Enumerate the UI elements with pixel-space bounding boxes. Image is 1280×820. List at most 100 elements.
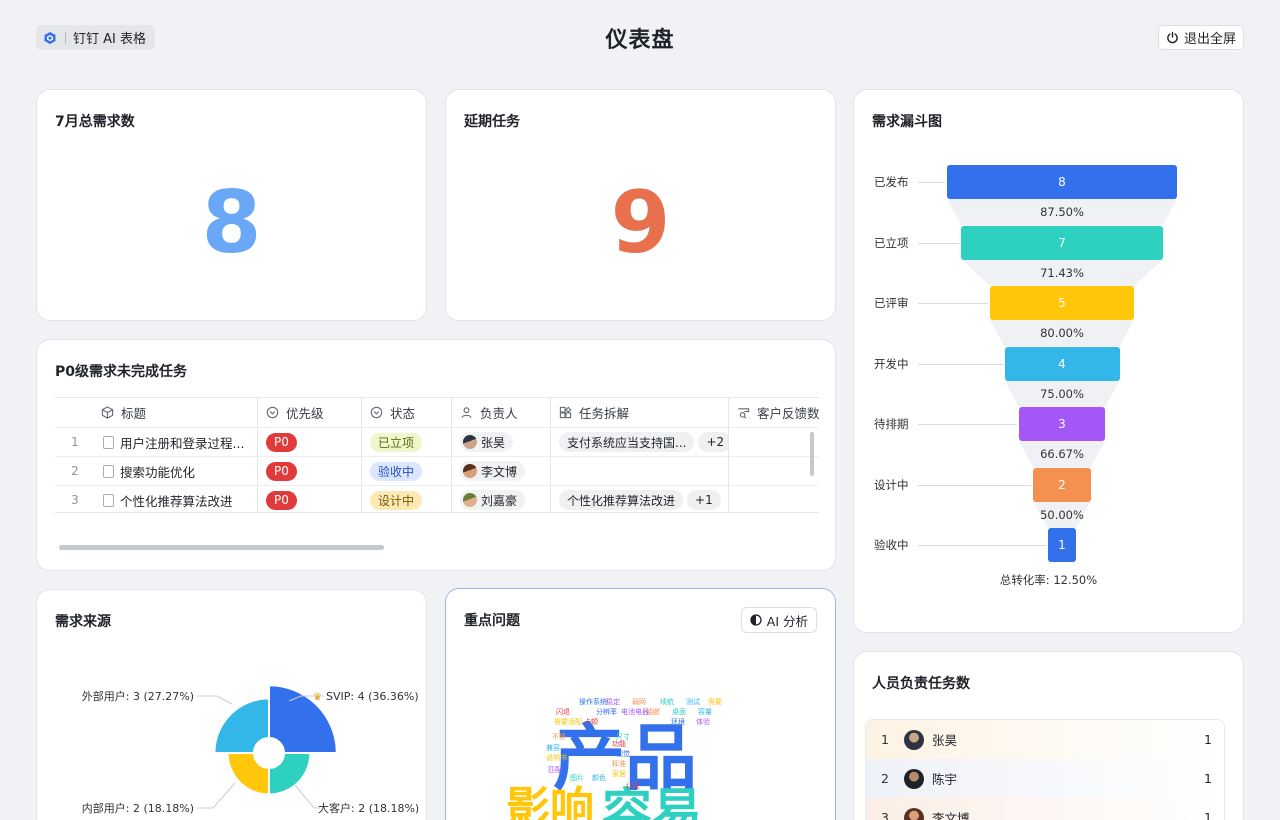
funnel-leader-line (918, 484, 1032, 486)
delayed-task-card: 延期任务 9 (445, 89, 836, 321)
cell-subtasks[interactable]: 个性化推荐算法改进 +1 (551, 486, 729, 512)
cell-feedback-count[interactable] (729, 486, 819, 512)
delayed-task-value: 9 (610, 173, 671, 273)
word-cloud-word: 卡顿 (584, 718, 598, 726)
select-circle-icon (370, 406, 383, 419)
avatar (463, 493, 477, 507)
demand-funnel-card: 需求漏斗图 已发布 8 87.50% 已立项 7 71.43% 已评审 5 80.00% 开发中 4… (853, 89, 1244, 633)
funnel-conversion-label: 75.00% (1040, 386, 1084, 401)
subtask-tag: 支付系统应当支持国... (559, 432, 695, 452)
word-cloud-word: 需要适配 (554, 718, 582, 726)
funnel-bar[interactable]: 7 (961, 225, 1163, 260)
funnel-bar[interactable]: 1 (1047, 528, 1077, 562)
funnel-stage-label: 待排期 (874, 417, 909, 431)
exit-fullscreen-label: 退出全屏 (1183, 32, 1236, 47)
avatar (904, 729, 924, 750)
cell-title[interactable]: 搜索功能优化 (95, 457, 258, 485)
word-cloud-word: 油腻 (646, 708, 660, 716)
word-cloud-word: 环境 (671, 718, 685, 726)
column-header-title[interactable]: 标题 (95, 398, 258, 427)
funnel-bar[interactable]: 3 (1018, 407, 1106, 441)
cell-status[interactable]: 设计中 (362, 486, 452, 512)
funnel-conversion-label: 71.43% (1040, 265, 1084, 280)
pie-label-big-client: 大客户: 2 (18.18%) (318, 801, 419, 815)
list-item[interactable]: 3 李文博 1 (866, 798, 1224, 820)
table-row[interactable]: 2 搜索功能优化 P0 验收中 李文博 (55, 456, 819, 485)
person-name: 陈宇 (932, 772, 958, 787)
task-count: 1 (1204, 810, 1212, 820)
funnel-stage-label: 开发中 (874, 356, 909, 371)
table-horizontal-scrollbar[interactable] (59, 545, 384, 550)
word-cloud-word: 容量 (698, 708, 712, 716)
word-cloud-word: 容易 (602, 783, 702, 820)
rank-number: 2 (881, 771, 889, 786)
funnel-stage-label: 已发布 (874, 175, 909, 189)
column-header-owner[interactable]: 负责人 (452, 398, 551, 427)
funnel-stage-label: 验收中 (874, 538, 909, 552)
table-row[interactable]: 1 用户注册和登录过程... P0 已立项 张昊 支付系统应当支持国... +2 (55, 427, 819, 456)
pie-slice[interactable] (268, 752, 312, 796)
word-cloud-word: 稳定 (606, 698, 620, 706)
word-cloud-word: 兼容 (546, 744, 560, 752)
rank-number: 3 (881, 810, 889, 820)
pie-slice[interactable] (226, 752, 270, 796)
cell-owner[interactable]: 刘嘉豪 (452, 486, 551, 512)
funnel-bar[interactable]: 4 (1004, 346, 1120, 381)
cell-subtasks[interactable] (551, 457, 729, 485)
word-cloud: 产品 影响 容易 操作系统 稳定 弱网 续航 测试 需要 闪退 分辨率 电池电器 油腻 桌面 容量 需要… (446, 589, 835, 820)
funnel-leader-line (918, 424, 1017, 425)
title-text: 搜索功能优化 (120, 464, 196, 480)
exit-fullscreen-button[interactable]: 退出全屏 (1157, 25, 1244, 50)
column-label: 负责人 (480, 406, 518, 421)
table-row[interactable]: 3 个性化推荐算法改进 P0 设计中 刘嘉豪 个性化推荐算法改进 +1 (55, 485, 819, 512)
card-title: 7月总需求数 (55, 114, 135, 130)
column-header-subtasks[interactable]: 任务拆解 (551, 398, 729, 427)
cell-owner[interactable]: 李文博 (452, 457, 551, 485)
word-cloud-word: 电池电器 (621, 708, 649, 716)
pie-slice[interactable] (213, 697, 270, 754)
avatar (463, 464, 477, 478)
column-header-priority[interactable]: 优先级 (258, 398, 362, 427)
funnel-stage-label: 已评审 (874, 296, 909, 310)
word-cloud-word: 操作系统 (579, 698, 607, 706)
list-item[interactable]: 2 陈宇 1 (866, 759, 1224, 798)
cube-icon (101, 406, 114, 419)
card-title: 人员负责任务数 (872, 676, 970, 692)
word-cloud-word: 认证 (626, 782, 640, 790)
cell-status[interactable]: 验收中 (362, 457, 452, 485)
column-label: 标题 (121, 406, 147, 421)
cell-owner[interactable]: 张昊 (452, 428, 551, 456)
word-cloud-word: 需要 (708, 698, 722, 706)
cell-title[interactable]: 个性化推荐算法改进 (95, 486, 258, 512)
funnel-leader-line (918, 182, 945, 183)
funnel-bar[interactable]: 8 (947, 165, 1177, 199)
person-name: 张昊 (932, 733, 958, 748)
funnel-bar[interactable]: 5 (990, 286, 1134, 320)
word-cloud-word: 测试 (686, 698, 700, 706)
cell-feedback-count[interactable] (729, 457, 819, 485)
table-vertical-scrollbar[interactable] (810, 432, 814, 476)
cell-feedback-count[interactable] (729, 428, 819, 456)
column-label: 任务拆解 (579, 406, 630, 421)
cell-title[interactable]: 用户注册和登录过程... (95, 428, 258, 456)
cell-subtasks[interactable]: 支付系统应当支持国... +2 (551, 428, 729, 456)
cell-priority[interactable]: P0 (258, 428, 362, 456)
word-cloud-word: 标准 (612, 760, 626, 768)
funnel-conversion-label: 50.00% (1040, 507, 1084, 522)
funnel-leader-line (918, 242, 960, 244)
column-label: 状态 (390, 406, 416, 421)
cell-priority[interactable]: P0 (258, 486, 362, 512)
row-number: 1 (71, 435, 79, 449)
word-cloud-word: 桌面 (672, 708, 686, 716)
total-demand-card: 7月总需求数 8 (36, 89, 427, 321)
row-number: 2 (71, 464, 79, 478)
column-header-feedback-count[interactable]: 客户反馈数量 (729, 398, 819, 427)
demand-source-card: 需求来源 ♛ SVIP: 4 (36.36%) 外部用户: 3 (27.27%)… (36, 589, 427, 820)
column-label: 优先级 (286, 406, 324, 421)
list-item[interactable]: 1 张昊 1 (866, 720, 1224, 759)
word-cloud-word: 图片 (570, 774, 584, 782)
cell-priority[interactable]: P0 (258, 457, 362, 485)
cell-status[interactable]: 已立项 (362, 428, 452, 456)
funnel-bar[interactable]: 2 (1033, 467, 1091, 502)
column-header-status[interactable]: 状态 (362, 398, 452, 427)
